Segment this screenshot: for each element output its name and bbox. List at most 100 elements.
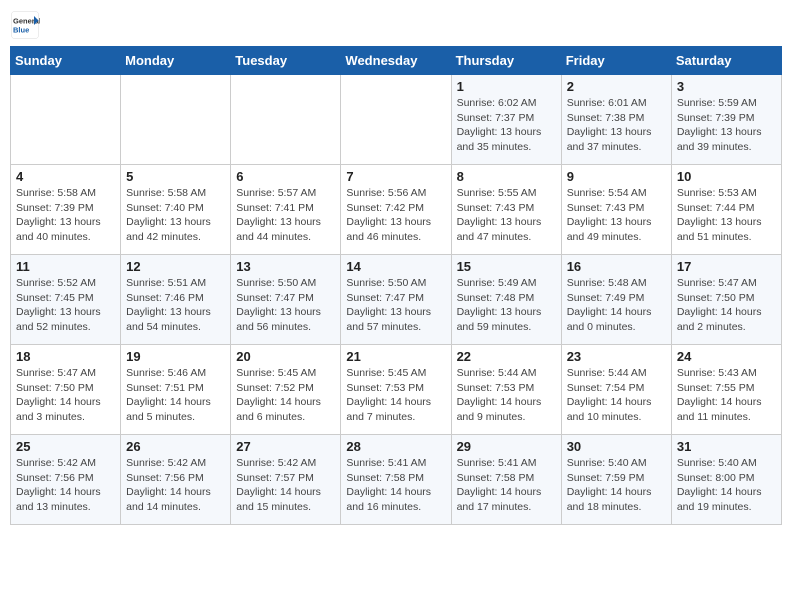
cell-info: Sunrise: 5:43 AM Sunset: 7:55 PM Dayligh… [677, 366, 776, 425]
day-number: 20 [236, 349, 335, 364]
calendar-week-2: 4Sunrise: 5:58 AM Sunset: 7:39 PM Daylig… [11, 165, 782, 255]
cell-info: Sunrise: 5:41 AM Sunset: 7:58 PM Dayligh… [346, 456, 445, 515]
calendar-cell: 12Sunrise: 5:51 AM Sunset: 7:46 PM Dayli… [121, 255, 231, 345]
calendar-cell: 26 Sunrise: 5:42 AM Sunset: 7:56 PM Dayli… [121, 435, 231, 525]
day-number: 18 [16, 349, 115, 364]
weekday-header-monday: Monday [121, 47, 231, 75]
day-number: 27 [236, 439, 335, 454]
cell-info: Sunrise: 5:40 AM Sunset: 7:59 PM Dayligh… [567, 456, 666, 515]
cell-info: Sunrise: 5:47 AM Sunset: 7:50 PM Dayligh… [677, 276, 776, 335]
cell-info: Sunrise: 5:54 AM Sunset: 7:43 PM Dayligh… [567, 186, 666, 245]
calendar-cell: 11 Sunrise: 5:52 AM Sunset: 7:45 PM Dayli… [11, 255, 121, 345]
cell-info: Sunrise: 5:48 AM Sunset: 7:49 PM Dayligh… [567, 276, 666, 335]
cell-info: Sunrise: 6:01 AM Sunset: 7:38 PM Dayligh… [567, 96, 666, 155]
day-number: 17 [677, 259, 776, 274]
cell-info: Sunrise: 5:57 AM Sunset: 7:41 PM Dayligh… [236, 186, 335, 245]
svg-text:Blue: Blue [13, 26, 29, 35]
cell-info: Sunrise: 5:58 AM Sunset: 7:40 PM Dayligh… [126, 186, 225, 245]
logo-icon: General Blue [10, 10, 40, 40]
calendar-cell: 3 Sunrise: 5:59 AM Sunset: 7:39 PM Daylig… [671, 75, 781, 165]
weekday-header-sunday: Sunday [11, 47, 121, 75]
calendar-cell: 24 Sunrise: 5:43 AM Sunset: 7:55 PM Dayli… [671, 345, 781, 435]
day-number: 11 [16, 259, 115, 274]
calendar-cell: 25Sunrise: 5:42 AM Sunset: 7:56 PM Dayli… [11, 435, 121, 525]
calendar-cell: 10 Sunrise: 5:53 AM Sunset: 7:44 PM Dayli… [671, 165, 781, 255]
cell-info: Sunrise: 5:44 AM Sunset: 7:53 PM Dayligh… [457, 366, 556, 425]
day-number: 10 [677, 169, 776, 184]
calendar-week-4: 18 Sunrise: 5:47 AM Sunset: 7:50 PM Dayli… [11, 345, 782, 435]
cell-info: Sunrise: 5:42 AM Sunset: 7:57 PM Dayligh… [236, 456, 335, 515]
day-number: 24 [677, 349, 776, 364]
cell-info: Sunrise: 5:49 AM Sunset: 7:48 PM Dayligh… [457, 276, 556, 335]
cell-info: Sunrise: 5:52 AM Sunset: 7:45 PM Dayligh… [16, 276, 115, 335]
calendar-cell: 14 Sunrise: 5:50 AM Sunset: 7:47 PM Dayli… [341, 255, 451, 345]
weekday-header-thursday: Thursday [451, 47, 561, 75]
cell-info: Sunrise: 5:53 AM Sunset: 7:44 PM Dayligh… [677, 186, 776, 245]
calendar-cell: 17 Sunrise: 5:47 AM Sunset: 7:50 PM Dayli… [671, 255, 781, 345]
cell-info: Sunrise: 5:59 AM Sunset: 7:39 PM Dayligh… [677, 96, 776, 155]
cell-info: Sunrise: 5:45 AM Sunset: 7:53 PM Dayligh… [346, 366, 445, 425]
calendar-cell [341, 75, 451, 165]
day-number: 30 [567, 439, 666, 454]
calendar-cell: 23Sunrise: 5:44 AM Sunset: 7:54 PM Dayli… [561, 345, 671, 435]
day-number: 14 [346, 259, 445, 274]
calendar-body: 1 Sunrise: 6:02 AM Sunset: 7:37 PM Daylig… [11, 75, 782, 525]
calendar-cell: 18 Sunrise: 5:47 AM Sunset: 7:50 PM Dayli… [11, 345, 121, 435]
cell-info: Sunrise: 5:50 AM Sunset: 7:47 PM Dayligh… [346, 276, 445, 335]
calendar-cell: 22 Sunrise: 5:44 AM Sunset: 7:53 PM Dayli… [451, 345, 561, 435]
calendar-cell: 20 Sunrise: 5:45 AM Sunset: 7:52 PM Dayli… [231, 345, 341, 435]
cell-info: Sunrise: 5:50 AM Sunset: 7:47 PM Dayligh… [236, 276, 335, 335]
calendar-cell: 31 Sunrise: 5:40 AM Sunset: 8:00 PM Dayli… [671, 435, 781, 525]
weekday-header-tuesday: Tuesday [231, 47, 341, 75]
day-number: 5 [126, 169, 225, 184]
day-number: 22 [457, 349, 556, 364]
day-number: 3 [677, 79, 776, 94]
calendar-cell: 6Sunrise: 5:57 AM Sunset: 7:41 PM Daylig… [231, 165, 341, 255]
calendar-cell: 16 Sunrise: 5:48 AM Sunset: 7:49 PM Dayli… [561, 255, 671, 345]
calendar-week-5: 25 Sunrise: 5:42 AM Sunset: 7:56 PM Dayli… [11, 435, 782, 525]
calendar-cell: 29Sunrise: 5:41 AM Sunset: 7:58 PM Dayli… [451, 435, 561, 525]
calendar-cell: 27 Sunrise: 5:42 AM Sunset: 7:57 PM Dayli… [231, 435, 341, 525]
day-number: 25 [16, 439, 115, 454]
cell-info: Sunrise: 6:02 AM Sunset: 7:37 PM Dayligh… [457, 96, 556, 155]
calendar-cell: 13 Sunrise: 5:50 AM Sunset: 7:47 PM Dayli… [231, 255, 341, 345]
day-number: 13 [236, 259, 335, 274]
cell-info: Sunrise: 5:42 AM Sunset: 7:56 PM Dayligh… [126, 456, 225, 515]
cell-info: Sunrise: 5:55 AM Sunset: 7:43 PM Dayligh… [457, 186, 556, 245]
calendar-cell: 15 Sunrise: 5:49 AM Sunset: 7:48 PM Dayli… [451, 255, 561, 345]
day-number: 15 [457, 259, 556, 274]
cell-info: Sunrise: 5:45 AM Sunset: 7:52 PM Dayligh… [236, 366, 335, 425]
calendar-cell [121, 75, 231, 165]
cell-info: Sunrise: 5:40 AM Sunset: 8:00 PM Dayligh… [677, 456, 776, 515]
cell-info: Sunrise: 5:58 AM Sunset: 7:39 PM Dayligh… [16, 186, 115, 245]
weekday-header-saturday: Saturday [671, 47, 781, 75]
cell-info: Sunrise: 5:46 AM Sunset: 7:51 PM Dayligh… [126, 366, 225, 425]
day-number: 23 [567, 349, 666, 364]
day-number: 1 [457, 79, 556, 94]
calendar-week-3: 11 Sunrise: 5:52 AM Sunset: 7:45 PM Dayli… [11, 255, 782, 345]
day-number: 26 [126, 439, 225, 454]
weekday-header-friday: Friday [561, 47, 671, 75]
calendar-cell: 28 Sunrise: 5:41 AM Sunset: 7:58 PM Dayli… [341, 435, 451, 525]
calendar-week-1: 1 Sunrise: 6:02 AM Sunset: 7:37 PM Daylig… [11, 75, 782, 165]
calendar-cell: 19Sunrise: 5:46 AM Sunset: 7:51 PM Dayli… [121, 345, 231, 435]
calendar-cell: 1 Sunrise: 6:02 AM Sunset: 7:37 PM Daylig… [451, 75, 561, 165]
day-number: 12 [126, 259, 225, 274]
cell-info: Sunrise: 5:47 AM Sunset: 7:50 PM Dayligh… [16, 366, 115, 425]
calendar-cell: 30 Sunrise: 5:40 AM Sunset: 7:59 PM Dayli… [561, 435, 671, 525]
calendar-cell: 4Sunrise: 5:58 AM Sunset: 7:39 PM Daylig… [11, 165, 121, 255]
day-number: 8 [457, 169, 556, 184]
day-number: 29 [457, 439, 556, 454]
calendar-cell: 9Sunrise: 5:54 AM Sunset: 7:43 PM Daylig… [561, 165, 671, 255]
weekday-header-row: SundayMondayTuesdayWednesdayThursdayFrid… [11, 47, 782, 75]
day-number: 31 [677, 439, 776, 454]
calendar-cell [231, 75, 341, 165]
calendar-cell: 21 Sunrise: 5:45 AM Sunset: 7:53 PM Dayli… [341, 345, 451, 435]
calendar-cell: 7Sunrise: 5:56 AM Sunset: 7:42 PM Daylig… [341, 165, 451, 255]
cell-info: Sunrise: 5:56 AM Sunset: 7:42 PM Dayligh… [346, 186, 445, 245]
day-number: 21 [346, 349, 445, 364]
day-number: 28 [346, 439, 445, 454]
calendar-cell: 2 Sunrise: 6:01 AM Sunset: 7:38 PM Daylig… [561, 75, 671, 165]
day-number: 2 [567, 79, 666, 94]
day-number: 16 [567, 259, 666, 274]
